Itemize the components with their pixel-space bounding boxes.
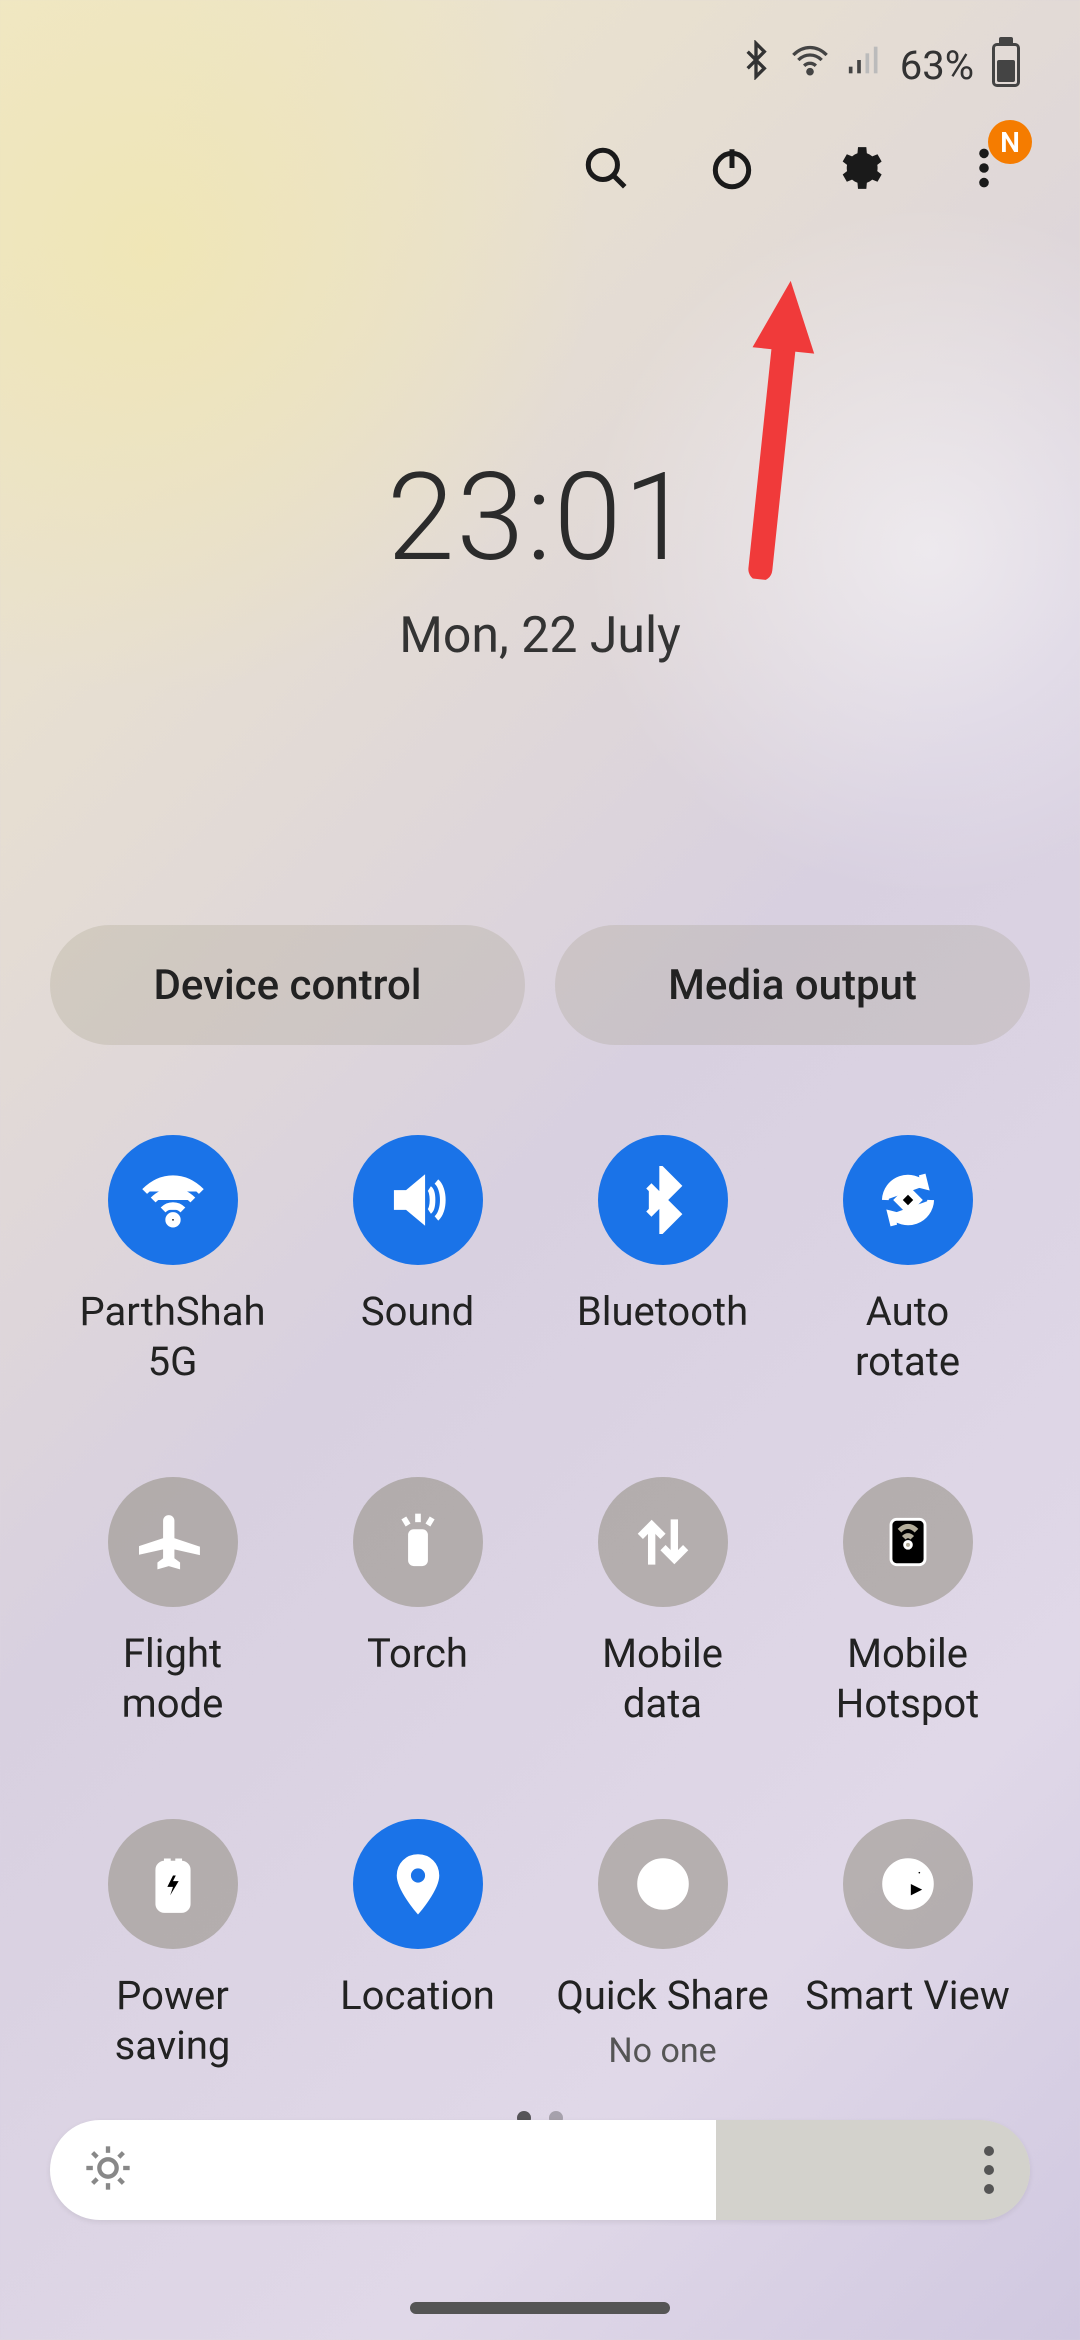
menu-badge: N: [988, 120, 1032, 164]
powersaving-icon: [108, 1819, 238, 1949]
tile-label: Sound: [361, 1287, 474, 1337]
tile-sublabel: No one: [608, 2031, 716, 2071]
tile-label: Location: [340, 1971, 495, 2021]
tile-autorotate[interactable]: Auto rotate: [785, 1135, 1030, 1387]
tile-smartview[interactable]: Smart View: [785, 1819, 1030, 2071]
tile-hotspot[interactable]: Mobile Hotspot: [785, 1477, 1030, 1729]
battery-icon: [992, 43, 1020, 87]
tile-label: Quick Share: [556, 1971, 768, 2021]
sound-icon: [353, 1135, 483, 1265]
tile-location[interactable]: Location: [295, 1819, 540, 2071]
tile-label: Flight mode: [122, 1629, 224, 1729]
power-button[interactable]: [704, 140, 760, 196]
brightness-slider[interactable]: [50, 2120, 1030, 2220]
panel-actions: N: [50, 140, 1030, 196]
tile-label: Auto rotate: [855, 1287, 960, 1387]
clock-block: 23:01 Mon, 22 July: [50, 446, 1030, 665]
quick-settings-grid: ParthShah 5G Sound Bluetooth Auto rotate Fli…: [50, 1135, 1030, 2071]
overflow-menu-button[interactable]: N: [956, 140, 1012, 196]
wifi-icon: [108, 1135, 238, 1265]
location-icon: [353, 1819, 483, 1949]
control-pill-row: Device control Media output: [50, 925, 1030, 1045]
brightness-options-button[interactable]: [984, 2146, 994, 2194]
tile-mobiledata[interactable]: Mobile data: [540, 1477, 785, 1729]
status-bar: 63%: [50, 0, 1030, 130]
clock-date: Mon, 22 July: [50, 607, 1030, 665]
device-control-button[interactable]: Device control: [50, 925, 525, 1045]
clock-time: 23:01: [50, 446, 1030, 589]
tile-label: ParthShah 5G: [80, 1287, 266, 1387]
brightness-icon: [82, 2142, 134, 2198]
tile-sound[interactable]: Sound: [295, 1135, 540, 1387]
battery-percent: 63%: [900, 42, 974, 89]
settings-button[interactable]: [830, 140, 886, 196]
tile-label: Smart View: [805, 1971, 1010, 2021]
tile-torch[interactable]: Torch: [295, 1477, 540, 1729]
mobiledata-icon: [598, 1477, 728, 1607]
gesture-nav-handle[interactable]: [410, 2302, 670, 2314]
hotspot-icon: [843, 1477, 973, 1607]
tile-powersaving[interactable]: Power saving: [50, 1819, 295, 2071]
search-button[interactable]: [578, 140, 634, 196]
tile-quickshare[interactable]: Quick Share No one: [540, 1819, 785, 2071]
tile-label: Power saving: [115, 1971, 231, 2071]
quickshare-icon: [598, 1819, 728, 1949]
tile-wifi[interactable]: ParthShah 5G: [50, 1135, 295, 1387]
tile-label: Torch: [367, 1629, 468, 1679]
bluetooth-icon: [736, 40, 776, 91]
media-output-button[interactable]: Media output: [555, 925, 1030, 1045]
wifi-status-icon: [790, 40, 830, 91]
media-output-label: Media output: [668, 961, 917, 1010]
tile-flightmode[interactable]: Flight mode: [50, 1477, 295, 1729]
tile-label: Mobile Hotspot: [836, 1629, 979, 1729]
signal-icon: [844, 40, 884, 91]
tile-label: Bluetooth: [577, 1287, 748, 1337]
bluetooth-icon: [598, 1135, 728, 1265]
tile-bluetooth[interactable]: Bluetooth: [540, 1135, 785, 1387]
autorotate-icon: [843, 1135, 973, 1265]
device-control-label: Device control: [153, 961, 421, 1010]
smartview-icon: [843, 1819, 973, 1949]
torch-icon: [353, 1477, 483, 1607]
flightmode-icon: [108, 1477, 238, 1607]
tile-label: Mobile data: [602, 1629, 723, 1729]
